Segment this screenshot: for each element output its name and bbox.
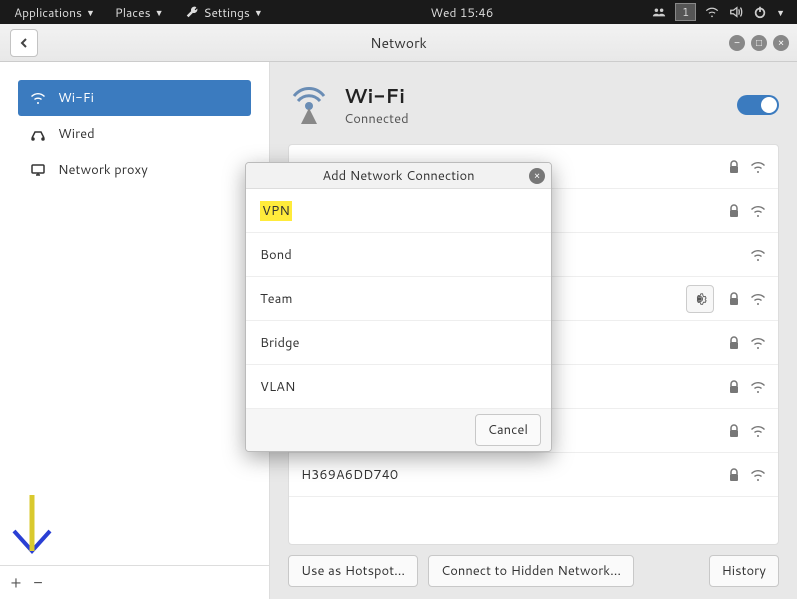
sidebar-item-label: Network proxy: [58, 161, 148, 179]
hotspot-button[interactable]: Use as Hotspot...: [288, 555, 418, 587]
caret-down-icon: ▼: [776, 6, 785, 19]
content-status: Connected: [344, 110, 409, 128]
lock-icon: [726, 159, 742, 175]
wired-icon: [30, 126, 46, 142]
sidebar: Wi-Fi Wired Network proxy + −: [0, 62, 270, 599]
caret-down-icon: ▼: [254, 6, 263, 19]
people-icon[interactable]: [651, 4, 667, 20]
caret-down-icon: ▼: [86, 6, 95, 19]
panel-places[interactable]: Places ▼: [105, 4, 174, 21]
hidden-network-button[interactable]: Connect to Hidden Network...: [428, 555, 634, 587]
wifi-signal-icon: [750, 291, 766, 307]
window-title: Network: [0, 33, 797, 53]
dialog-item-vpn[interactable]: VPN: [246, 189, 551, 233]
panel-applications[interactable]: Applications ▼: [4, 4, 105, 21]
window-titlebar: Network − □ ×: [0, 24, 797, 62]
add-connection-button[interactable]: +: [6, 573, 26, 593]
dialog-item-bond[interactable]: Bond: [246, 233, 551, 277]
cancel-button[interactable]: Cancel: [475, 414, 541, 446]
lock-icon: [726, 203, 742, 219]
wifi-signal-icon: [750, 203, 766, 219]
dialog-item-vlan[interactable]: VLAN: [246, 365, 551, 409]
add-connection-dialog: Add Network Connection × VPN Bond Team Brid…: [245, 162, 552, 452]
places-label: Places: [115, 4, 151, 21]
panel-settings[interactable]: Settings ▼: [174, 4, 273, 21]
lock-icon: [726, 335, 742, 351]
dialog-item-label: VLAN: [260, 378, 295, 396]
settings-label: Settings: [204, 4, 250, 21]
wifi-signal-icon: [750, 335, 766, 351]
dialog-title: Add Network Connection: [322, 167, 474, 185]
gear-button[interactable]: [686, 285, 714, 313]
lock-icon: [726, 379, 742, 395]
proxy-icon: [30, 162, 46, 178]
dialog-close-button[interactable]: ×: [529, 168, 545, 184]
wifi-tray-icon[interactable]: [704, 4, 720, 20]
wifi-signal-icon: [750, 159, 766, 175]
close-button[interactable]: ×: [773, 35, 789, 51]
remove-connection-button[interactable]: −: [28, 573, 48, 593]
dialog-item-label: VPN: [260, 201, 292, 221]
dialog-item-team[interactable]: Team: [246, 277, 551, 321]
lock-icon: [726, 291, 742, 307]
sidebar-item-wired[interactable]: Wired: [18, 116, 251, 152]
sidebar-item-label: Wi-Fi: [58, 89, 94, 107]
network-row[interactable]: H369A6DD740: [289, 453, 778, 497]
wifi-icon: [30, 90, 46, 106]
workspace-indicator[interactable]: 1: [675, 3, 696, 21]
content-title: Wi-Fi: [344, 82, 409, 110]
sidebar-item-wi-fi[interactable]: Wi-Fi: [18, 80, 251, 116]
history-button[interactable]: History: [709, 555, 779, 587]
wifi-signal-icon: [750, 379, 766, 395]
applications-label: Applications: [14, 4, 82, 21]
maximize-button[interactable]: □: [751, 35, 767, 51]
dialog-item-label: Bond: [260, 246, 292, 264]
back-button[interactable]: [10, 29, 38, 57]
sidebar-item-label: Wired: [58, 125, 95, 143]
network-name: H369A6DD740: [301, 466, 398, 484]
wifi-signal-icon: [750, 467, 766, 483]
panel-clock[interactable]: Wed 15:46: [273, 4, 651, 21]
power-icon[interactable]: [752, 4, 768, 20]
lock-icon: [726, 467, 742, 483]
wifi-signal-icon: [750, 423, 766, 439]
dialog-item-label: Bridge: [260, 334, 299, 352]
caret-down-icon: ▼: [155, 6, 164, 19]
sidebar-item-network-proxy[interactable]: Network proxy: [18, 152, 251, 188]
dialog-item-label: Team: [260, 290, 292, 308]
wifi-antenna-icon: [288, 84, 330, 126]
wifi-signal-icon: [750, 247, 766, 263]
dialog-item-bridge[interactable]: Bridge: [246, 321, 551, 365]
wifi-toggle[interactable]: [737, 95, 779, 115]
top-panel: Applications ▼ Places ▼ Settings ▼ Wed 1…: [0, 0, 797, 24]
wrench-icon: [184, 4, 200, 20]
minimize-button[interactable]: −: [729, 35, 745, 51]
lock-icon: [726, 423, 742, 439]
volume-icon[interactable]: [728, 4, 744, 20]
